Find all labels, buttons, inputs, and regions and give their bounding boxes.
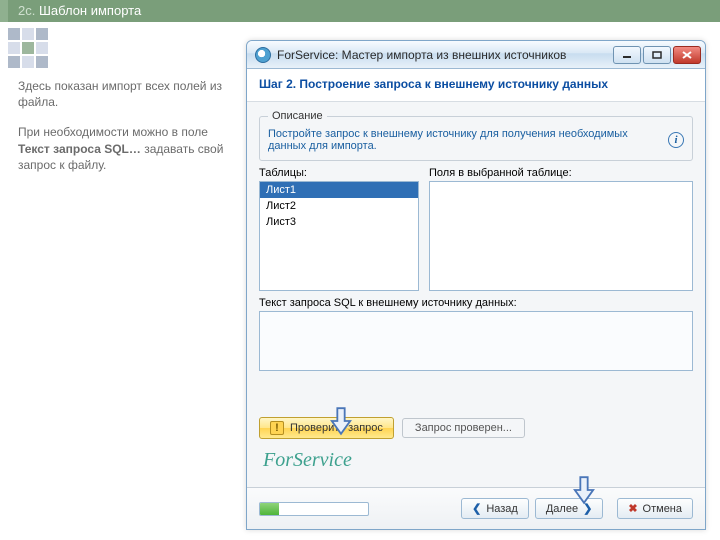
explain-line-2: При необходимости можно в поле Текст зап… — [18, 124, 233, 173]
cancel-button[interactable]: ✖ Отмена — [617, 498, 693, 519]
close-icon — [682, 51, 692, 59]
maximize-button[interactable] — [643, 46, 671, 64]
annotation-arrow-icon — [573, 475, 595, 505]
app-icon — [255, 47, 271, 63]
fields-listbox[interactable] — [429, 181, 693, 291]
step-header: Шаг 2. Построение запроса к внешнему ист… — [247, 69, 705, 102]
maximize-icon — [652, 51, 662, 59]
minimize-button[interactable] — [613, 46, 641, 64]
slide-explanation: Здесь показан импорт всех полей из файла… — [18, 78, 233, 187]
check-row: ! Проверить запрос Запрос проверен... — [247, 417, 705, 439]
sql-label: Текст запроса SQL к внешнему источнику д… — [259, 297, 693, 309]
info-icon[interactable]: i — [668, 132, 684, 148]
sql-textarea[interactable] — [259, 311, 693, 371]
chevron-left-icon: ❮ — [472, 502, 481, 515]
check-status: Запрос проверен... — [402, 418, 525, 438]
check-status-text: Запрос проверен... — [415, 422, 512, 434]
slide-header: 2c. Шаблон импорта — [0, 0, 720, 22]
back-label: Назад — [486, 503, 518, 515]
wizard-content: Описание Постройте запрос к внешнему ист… — [247, 102, 705, 371]
tables-label: Таблицы: — [259, 167, 419, 179]
list-item[interactable]: Лист3 — [260, 214, 418, 230]
slide-header-accent — [0, 0, 8, 22]
description-legend: Описание — [268, 110, 327, 122]
cancel-label: Отмена — [643, 503, 682, 515]
close-button[interactable] — [673, 46, 701, 64]
wizard-window: ForService: Мастер импорта из внешних ис… — [246, 40, 706, 530]
tables-listbox[interactable]: Лист1 Лист2 Лист3 — [259, 181, 419, 291]
step-title: Шаг 2. Построение запроса к внешнему ист… — [259, 77, 693, 91]
slide-title: 2c. Шаблон импорта — [8, 0, 720, 22]
window-title: ForService: Мастер импорта из внешних ис… — [277, 48, 613, 62]
brand-logo: ForService — [247, 439, 705, 472]
titlebar[interactable]: ForService: Мастер импорта из внешних ис… — [247, 41, 705, 69]
description-text: Постройте запрос к внешнему источнику дл… — [268, 128, 662, 152]
description-group: Описание Постройте запрос к внешнему ист… — [259, 110, 693, 161]
fields-label: Поля в выбранной таблице: — [429, 167, 693, 179]
annotation-arrow-icon — [330, 406, 352, 436]
slide-title-text: Шаблон импорта — [39, 3, 141, 18]
progress-fill — [260, 503, 279, 515]
list-item[interactable]: Лист1 — [260, 182, 418, 198]
minimize-icon — [622, 51, 632, 59]
check-query-button[interactable]: ! Проверить запрос — [259, 417, 394, 439]
window-controls — [613, 46, 701, 64]
cancel-icon: ✖ — [628, 502, 637, 515]
explain-line-1: Здесь показан импорт всех полей из файла… — [18, 78, 233, 110]
wizard-footer: ❮ Назад Далее ❯ ✖ Отмена — [247, 487, 705, 529]
slide-prefix: 2c. — [18, 3, 35, 18]
decorative-squares — [8, 28, 48, 68]
progress-bar — [259, 502, 369, 516]
list-item[interactable]: Лист2 — [260, 198, 418, 214]
back-button[interactable]: ❮ Назад — [461, 498, 529, 519]
warning-icon: ! — [270, 421, 284, 435]
